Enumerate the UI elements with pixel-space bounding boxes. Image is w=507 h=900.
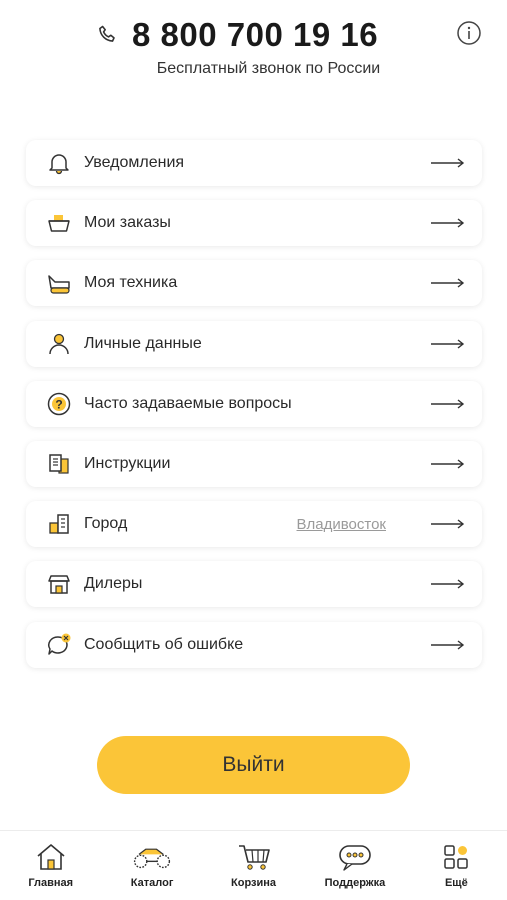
home-icon [31,841,71,873]
logout-button[interactable]: Выйти [97,736,410,794]
error-chat-icon [44,630,74,660]
arrow-right-icon [430,216,466,230]
arrow-right-icon [430,457,466,471]
phone-number[interactable]: 8 800 700 19 16 [132,16,378,54]
machine-icon [44,268,74,298]
menu-item-faq[interactable]: ? Часто задаваемые вопросы [26,380,482,427]
phone-subtitle: Бесплатный звонок по России [156,60,381,77]
menu-item-label: Уведомления [84,154,185,171]
arrow-right-icon [430,156,466,170]
document-icon [44,449,74,479]
more-icon [436,841,476,873]
question-icon: ? [44,389,74,419]
arrow-right-icon [430,276,466,290]
bottom-tab-bar: Главная Каталог Корзина Поддержка Ещё [0,830,507,900]
menu-item-label: Часто задаваемые вопросы [84,394,292,412]
arrow-right-icon [430,577,466,591]
menu-item-city[interactable]: Город Владивосток [26,501,482,548]
menu-item-machinery[interactable]: Моя техника [26,260,482,307]
atv-icon [132,841,172,873]
tab-label: Главная [28,877,74,889]
info-icon[interactable] [456,20,482,46]
tab-cart[interactable]: Корзина [203,831,304,900]
svg-text:?: ? [55,397,62,411]
city-icon [44,509,74,539]
cart-icon [234,841,274,873]
tab-label: Поддержка [324,877,386,889]
settings-menu: Уведомления Мои заказы Моя техника Личны… [26,140,482,682]
support-icon [335,841,375,873]
tab-home[interactable]: Главная [0,831,101,900]
tab-catalog[interactable]: Каталог [101,831,202,900]
menu-item-label: Моя техника [84,274,178,292]
menu-item-label: Личные данные [84,334,202,352]
arrow-right-icon [430,638,466,652]
phone-icon [94,21,122,49]
tab-label: Ещё [444,877,468,889]
tab-label: Корзина [231,877,277,889]
menu-item-label: Сообщить об ошибке [84,635,244,653]
arrow-right-icon [430,397,466,411]
menu-item-label: Дилеры [84,575,143,593]
store-icon [44,569,74,599]
tab-label: Каталог [130,877,174,889]
menu-item-report-error[interactable]: Сообщить об ошибке [26,621,482,668]
city-value[interactable]: Владивосток [297,516,386,533]
header: 8 800 700 19 16 Бесплатный звонок по Рос… [0,0,507,100]
menu-item-notifications[interactable]: Уведомления [26,140,482,186]
menu-item-label: Мои заказы [84,214,171,232]
menu-item-dealers[interactable]: Дилеры [26,561,482,608]
tab-support[interactable]: Поддержка [304,831,405,900]
bell-icon [44,148,74,178]
arrow-right-icon [430,517,466,531]
menu-item-label: Инструкции [84,454,171,472]
user-icon [44,329,74,359]
phone-contact[interactable]: 8 800 700 19 16 [94,16,378,54]
basket-icon [44,208,74,238]
tab-more[interactable]: Ещё [406,831,507,900]
arrow-right-icon [430,337,466,351]
menu-item-orders[interactable]: Мои заказы [26,200,482,247]
menu-item-instructions[interactable]: Инструкции [26,440,482,487]
menu-item-personal-data[interactable]: Личные данные [26,320,482,367]
